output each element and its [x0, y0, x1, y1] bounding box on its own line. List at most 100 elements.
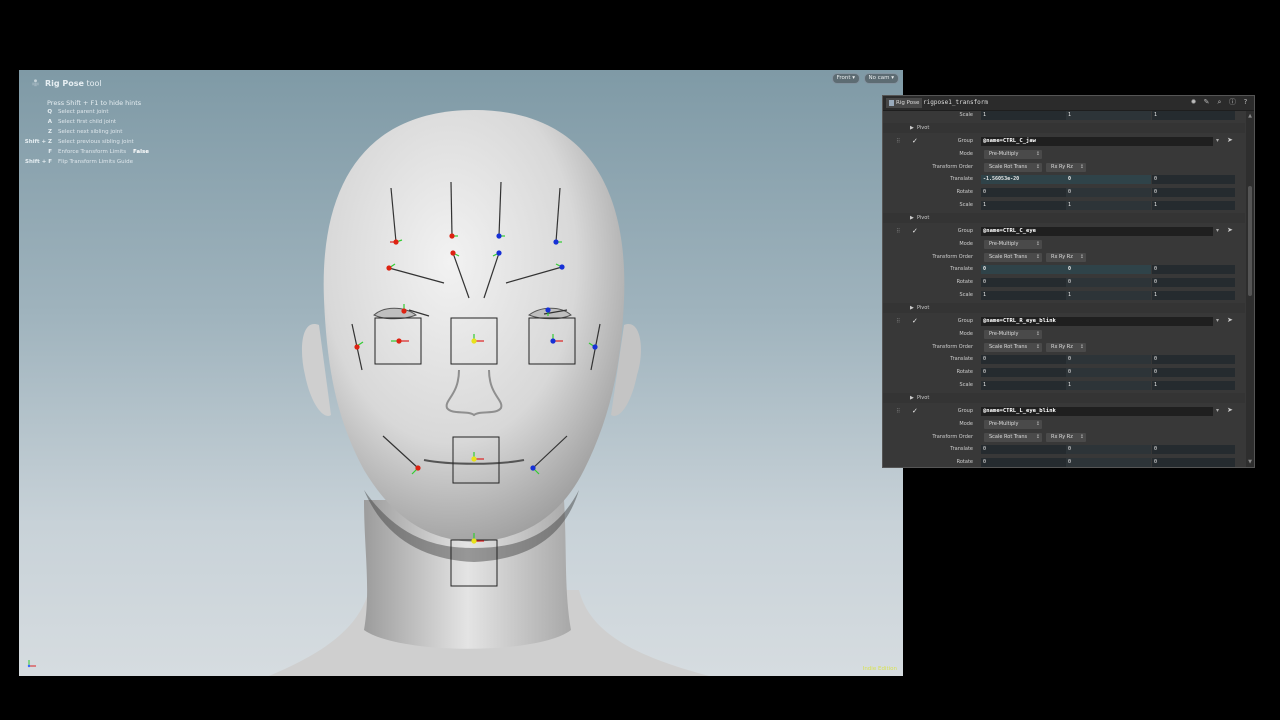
mode-menu[interactable]: Pre-Multiply: [984, 420, 1042, 429]
panel-header: Rig Pose rigpose1_transform ✹ ✎ ⌕ ⓘ ?: [883, 96, 1254, 111]
group-dropdown-icon[interactable]: ▾: [1216, 227, 1219, 234]
brush-icon[interactable]: ✎: [1202, 98, 1211, 107]
group-field[interactable]: @name=CTRL_C_eye: [981, 227, 1213, 236]
translate-y-field[interactable]: 0: [1066, 355, 1151, 364]
view-menu-button[interactable]: Front ▾: [831, 73, 860, 84]
scale-z-field[interactable]: 1: [1152, 201, 1235, 210]
rotate-order-menu[interactable]: Rx Ry Rz: [1046, 343, 1086, 352]
select-arrow-icon[interactable]: ➤: [1227, 316, 1233, 324]
scale-x-field[interactable]: 1: [981, 291, 1066, 300]
select-arrow-icon[interactable]: ➤: [1227, 136, 1233, 144]
rotate-x-field[interactable]: 0: [981, 188, 1066, 197]
group-dropdown-icon[interactable]: ▾: [1216, 317, 1219, 324]
group-dropdown-icon[interactable]: ▾: [1216, 407, 1219, 414]
hint-key: Shift + F: [25, 159, 52, 165]
scale-y-field[interactable]: 1: [1066, 111, 1151, 120]
hint-key: Shift + Z: [24, 139, 52, 145]
pivot-folder[interactable]: ▶ Pivot: [883, 393, 1245, 403]
rotate-x-field[interactable]: 0: [981, 368, 1066, 377]
mode-menu[interactable]: Pre-Multiply: [984, 240, 1042, 249]
drag-handle-icon[interactable]: ⠿: [896, 138, 900, 145]
scale-y-field[interactable]: 1: [1066, 381, 1151, 390]
transform-order-menu[interactable]: Scale Rot Trans: [984, 433, 1042, 442]
hint-desc: Select next sibling joint: [58, 129, 123, 135]
pivot-folder[interactable]: ▶ Pivot: [883, 123, 1245, 133]
scale-z-field[interactable]: 1: [1152, 111, 1235, 120]
translate-y-field[interactable]: 0: [1066, 265, 1151, 274]
transform-order-menu[interactable]: Scale Rot Trans: [984, 253, 1042, 262]
group-dropdown-icon[interactable]: ▾: [1216, 137, 1219, 144]
translate-z-field[interactable]: 0: [1152, 355, 1235, 364]
transform-order-menu[interactable]: Scale Rot Trans: [984, 163, 1042, 172]
group-field[interactable]: @name=CTRL_L_eye_blink: [981, 407, 1213, 416]
pivot-folder[interactable]: ▶ Pivot: [883, 213, 1245, 223]
rotate-y-field[interactable]: 0: [1066, 458, 1151, 467]
hint-key: A: [47, 119, 52, 125]
drag-handle-icon[interactable]: ⠿: [896, 408, 900, 415]
rotate-y-field[interactable]: 0: [1066, 188, 1151, 197]
rotate-z-field[interactable]: 0: [1152, 368, 1235, 377]
translate-z-field[interactable]: 0: [1152, 265, 1235, 274]
node-type-badge[interactable]: Rig Pose: [886, 98, 923, 108]
rotate-order-menu[interactable]: Rx Ry Rz: [1046, 433, 1086, 442]
param-label: Group: [957, 408, 973, 414]
mode-menu[interactable]: Pre-Multiply: [984, 330, 1042, 339]
enable-checkbox[interactable]: ✓: [912, 317, 918, 325]
help-icon[interactable]: ?: [1241, 98, 1250, 107]
scale-y-field[interactable]: 1: [1066, 201, 1151, 210]
transform-order-row: Transform Order Scale Rot Trans Rx Ry Rz: [883, 342, 1245, 354]
rotate-z-field[interactable]: 0: [1152, 278, 1235, 287]
translate-z-field[interactable]: 0: [1152, 445, 1235, 454]
scale-row: Scale 1 1 1: [883, 380, 1245, 392]
group-field[interactable]: @name=CTRL_R_eye_blink: [981, 317, 1213, 326]
translate-row: Translate 0 0 0: [883, 444, 1245, 456]
param-label: Transform Order: [932, 254, 973, 260]
pivot-label: Pivot: [917, 125, 930, 131]
enable-checkbox[interactable]: ✓: [912, 407, 918, 415]
search-icon[interactable]: ⌕: [1215, 98, 1224, 107]
scale-z-field[interactable]: 1: [1152, 291, 1235, 300]
mode-menu[interactable]: Pre-Multiply: [984, 150, 1042, 159]
gear-icon[interactable]: ✹: [1189, 98, 1198, 107]
translate-x-field[interactable]: -1.56053e-20: [981, 175, 1066, 184]
rotate-x-field[interactable]: 0: [981, 278, 1066, 287]
translate-z-field[interactable]: 0: [1152, 175, 1235, 184]
select-arrow-icon[interactable]: ➤: [1227, 226, 1233, 234]
scrollbar-thumb[interactable]: [1248, 186, 1252, 296]
scale-y-field[interactable]: 1: [1066, 291, 1151, 300]
scale-x-field[interactable]: 1: [981, 381, 1066, 390]
translate-x-field[interactable]: 0: [981, 445, 1066, 454]
pivot-label: Pivot: [917, 215, 930, 221]
scale-z-field[interactable]: 1: [1152, 381, 1235, 390]
rotate-y-field[interactable]: 0: [1066, 368, 1151, 377]
rotate-x-field[interactable]: 0: [981, 458, 1066, 467]
scene-viewport[interactable]: Rig Pose tool Press Shift + F1 to hide h…: [19, 70, 903, 676]
drag-handle-icon[interactable]: ⠿: [896, 318, 900, 325]
translate-x-field[interactable]: 0: [981, 355, 1066, 364]
translate-y-field[interactable]: 0: [1066, 445, 1151, 454]
rotate-order-menu[interactable]: Rx Ry Rz: [1046, 163, 1086, 172]
enable-checkbox[interactable]: ✓: [912, 137, 918, 145]
select-arrow-icon[interactable]: ➤: [1227, 406, 1233, 414]
rotate-row: Rotate 0 0 0: [883, 367, 1245, 379]
rotate-y-field[interactable]: 0: [1066, 278, 1151, 287]
rotate-row: Rotate 0 0 0: [883, 277, 1245, 289]
drag-handle-icon[interactable]: ⠿: [896, 228, 900, 235]
panel-scrollbar[interactable]: ▲ ▼: [1246, 111, 1254, 467]
pivot-folder[interactable]: ▶ Pivot: [883, 303, 1245, 313]
node-name[interactable]: rigpose1_transform: [923, 98, 988, 108]
group-field[interactable]: @name=CTRL_C_jaw: [981, 137, 1213, 146]
rotate-z-field[interactable]: 0: [1152, 188, 1235, 197]
scale-x-field[interactable]: 1: [981, 111, 1066, 120]
scale-x-field[interactable]: 1: [981, 201, 1066, 210]
scroll-up-icon[interactable]: ▲: [1247, 113, 1253, 119]
rotate-order-menu[interactable]: Rx Ry Rz: [1046, 253, 1086, 262]
translate-y-field[interactable]: 0: [1066, 175, 1151, 184]
info-icon[interactable]: ⓘ: [1228, 98, 1237, 107]
camera-menu-button[interactable]: No cam ▾: [863, 73, 899, 84]
transform-order-menu[interactable]: Scale Rot Trans: [984, 343, 1042, 352]
translate-x-field[interactable]: 0: [981, 265, 1066, 274]
enable-checkbox[interactable]: ✓: [912, 227, 918, 235]
rotate-z-field[interactable]: 0: [1152, 458, 1235, 467]
scroll-down-icon[interactable]: ▼: [1247, 459, 1253, 465]
